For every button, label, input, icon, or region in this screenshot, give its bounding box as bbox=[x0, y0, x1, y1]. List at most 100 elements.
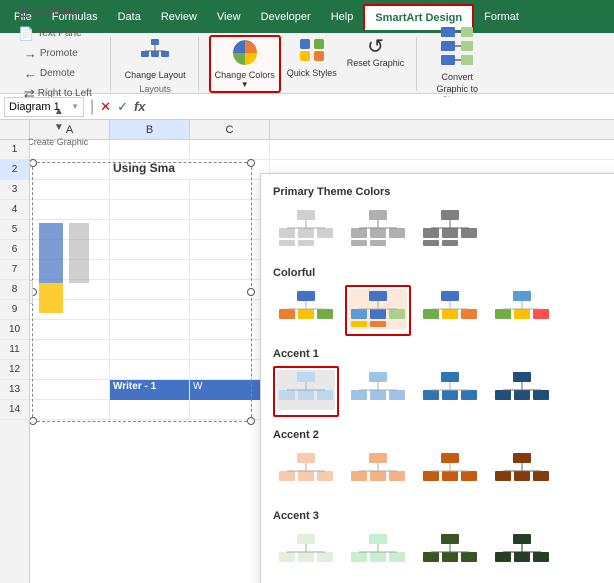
row-num-4: 4 bbox=[0, 200, 29, 220]
cell-a4[interactable] bbox=[30, 200, 110, 220]
group-smartart-styles: Change Colors ▼ Quick Styles bbox=[201, 37, 418, 91]
demote-icon: ← bbox=[24, 66, 37, 81]
accent2-item-1[interactable] bbox=[273, 447, 339, 498]
accent3-item-3[interactable] bbox=[417, 528, 483, 579]
accent1-item-4[interactable] bbox=[489, 366, 555, 417]
cell-b9[interactable] bbox=[110, 300, 190, 320]
cell-b7[interactable] bbox=[110, 260, 190, 280]
cell-a2[interactable] bbox=[30, 160, 110, 180]
accent3-item-4[interactable] bbox=[489, 528, 555, 579]
accent1-item-3[interactable] bbox=[417, 366, 483, 417]
accent1-item-2[interactable] bbox=[345, 366, 411, 417]
accent2-item-3[interactable] bbox=[417, 447, 483, 498]
cell-a7[interactable] bbox=[30, 260, 110, 280]
col-header-a: A bbox=[30, 120, 110, 139]
add-shape-button[interactable]: ➕ Add Shape ▼ bbox=[14, 0, 102, 2]
cell-a12[interactable] bbox=[30, 360, 110, 380]
group-layouts: Change Layout Layouts bbox=[113, 37, 199, 91]
cell-b5[interactable] bbox=[110, 220, 190, 240]
name-box-dropdown[interactable]: ▼ bbox=[71, 102, 79, 111]
row-num-2: 2 bbox=[0, 160, 29, 180]
row-num-5: 5 bbox=[0, 220, 29, 240]
primary-color-item-1[interactable] bbox=[273, 204, 339, 255]
primary-color-item-2[interactable] bbox=[345, 204, 411, 255]
main-area: 1 2 3 4 5 6 7 8 9 10 11 12 13 14 Using S… bbox=[0, 140, 614, 583]
cell-a3[interactable] bbox=[30, 180, 110, 200]
cells-area: Using Sma bbox=[30, 140, 614, 583]
cell-a13[interactable] bbox=[30, 380, 110, 400]
cell-b14[interactable] bbox=[110, 400, 190, 420]
accent2-item-2[interactable] bbox=[345, 447, 411, 498]
cell-b6[interactable] bbox=[110, 240, 190, 260]
formula-function-icon[interactable]: fx bbox=[134, 99, 146, 114]
cell-a5[interactable] bbox=[30, 220, 110, 240]
row-num-1: 1 bbox=[0, 140, 29, 160]
cell-a14[interactable] bbox=[30, 400, 110, 420]
add-bullet-icon: ☰ bbox=[18, 5, 30, 21]
tab-review[interactable]: Review bbox=[151, 5, 207, 29]
name-box[interactable]: Diagram 1 ▼ bbox=[4, 97, 84, 117]
cell-b12[interactable] bbox=[110, 360, 190, 380]
cell-a1[interactable] bbox=[30, 140, 110, 160]
change-layout-button[interactable]: Change Layout bbox=[121, 35, 190, 82]
formula-confirm-icon[interactable]: ✓ bbox=[117, 99, 128, 115]
cell-b1[interactable] bbox=[110, 140, 190, 160]
primary-color-item-3[interactable] bbox=[417, 204, 483, 255]
cell-b8[interactable] bbox=[110, 280, 190, 300]
cell-b3[interactable] bbox=[110, 180, 190, 200]
reset-graphic-button[interactable]: ↺ Reset Graphic bbox=[343, 35, 409, 70]
promote-icon: → bbox=[24, 46, 37, 61]
cell-a6[interactable] bbox=[30, 240, 110, 260]
primary-theme-colors-grid bbox=[261, 204, 614, 263]
cell-c13[interactable]: W bbox=[190, 380, 270, 400]
accent3-grid bbox=[261, 528, 614, 583]
tab-help[interactable]: Help bbox=[321, 5, 364, 29]
colorful-item-4[interactable] bbox=[489, 285, 555, 336]
cell-b10[interactable] bbox=[110, 320, 190, 340]
add-bullet-button[interactable]: ☰ Add Bullet bbox=[14, 3, 102, 23]
row-num-6: 6 bbox=[0, 240, 29, 260]
colorful-item-1[interactable] bbox=[273, 285, 339, 336]
text-pane-button[interactable]: 📄 Text Pane bbox=[14, 24, 102, 44]
cell-c3[interactable] bbox=[190, 180, 270, 200]
tab-format[interactable]: Format bbox=[474, 5, 529, 29]
accent3-item-2[interactable] bbox=[345, 528, 411, 579]
accent2-title: Accent 2 bbox=[261, 425, 614, 447]
cell-a10[interactable] bbox=[30, 320, 110, 340]
colorful-grid bbox=[261, 285, 614, 344]
cell-b2[interactable]: Using Sma bbox=[110, 160, 270, 180]
change-colors-button[interactable]: Change Colors ▼ bbox=[209, 35, 281, 93]
cell-b4[interactable] bbox=[110, 200, 190, 220]
convert-button[interactable]: Convert bbox=[435, 23, 479, 84]
accent2-item-4[interactable] bbox=[489, 447, 555, 498]
group-create-graphic: ➕ Add Shape ▼ ☰ Add Bullet 📄 Text Pane →… bbox=[6, 37, 111, 91]
formula-cancel-icon[interactable]: ✕ bbox=[100, 99, 111, 115]
row-num-11: 11 bbox=[0, 340, 29, 360]
accent1-item-1[interactable] bbox=[273, 366, 339, 417]
promote-button[interactable]: → Promote bbox=[20, 44, 96, 63]
demote-button[interactable]: ← Demote bbox=[20, 64, 96, 83]
cell-a11[interactable] bbox=[30, 340, 110, 360]
col-header-c: C bbox=[190, 120, 270, 139]
formula-separator: | bbox=[90, 98, 94, 116]
change-layout-icon bbox=[139, 37, 171, 69]
tab-view[interactable]: View bbox=[207, 5, 251, 29]
tab-data[interactable]: Data bbox=[108, 5, 151, 29]
cell-c1[interactable] bbox=[190, 140, 270, 160]
row-num-13: 13 bbox=[0, 380, 29, 400]
formula-input[interactable] bbox=[150, 97, 610, 117]
colorful-item-3[interactable] bbox=[417, 285, 483, 336]
change-colors-dropdown[interactable]: ▼ bbox=[241, 80, 249, 89]
row-num-12: 12 bbox=[0, 360, 29, 380]
accent3-item-1[interactable] bbox=[273, 528, 339, 579]
quick-styles-button[interactable]: Quick Styles bbox=[283, 35, 341, 80]
row-num-10: 10 bbox=[0, 320, 29, 340]
tab-developer[interactable]: Developer bbox=[251, 5, 321, 29]
colorful-item-2[interactable] bbox=[345, 285, 411, 336]
text-pane-icon: 📄 bbox=[18, 26, 34, 42]
cell-b13[interactable]: Writer - 1 bbox=[110, 380, 190, 400]
reset-graphic-icon: ↺ bbox=[367, 37, 384, 57]
cell-a9[interactable] bbox=[30, 300, 110, 320]
cell-b11[interactable] bbox=[110, 340, 190, 360]
cell-a8[interactable] bbox=[30, 280, 110, 300]
